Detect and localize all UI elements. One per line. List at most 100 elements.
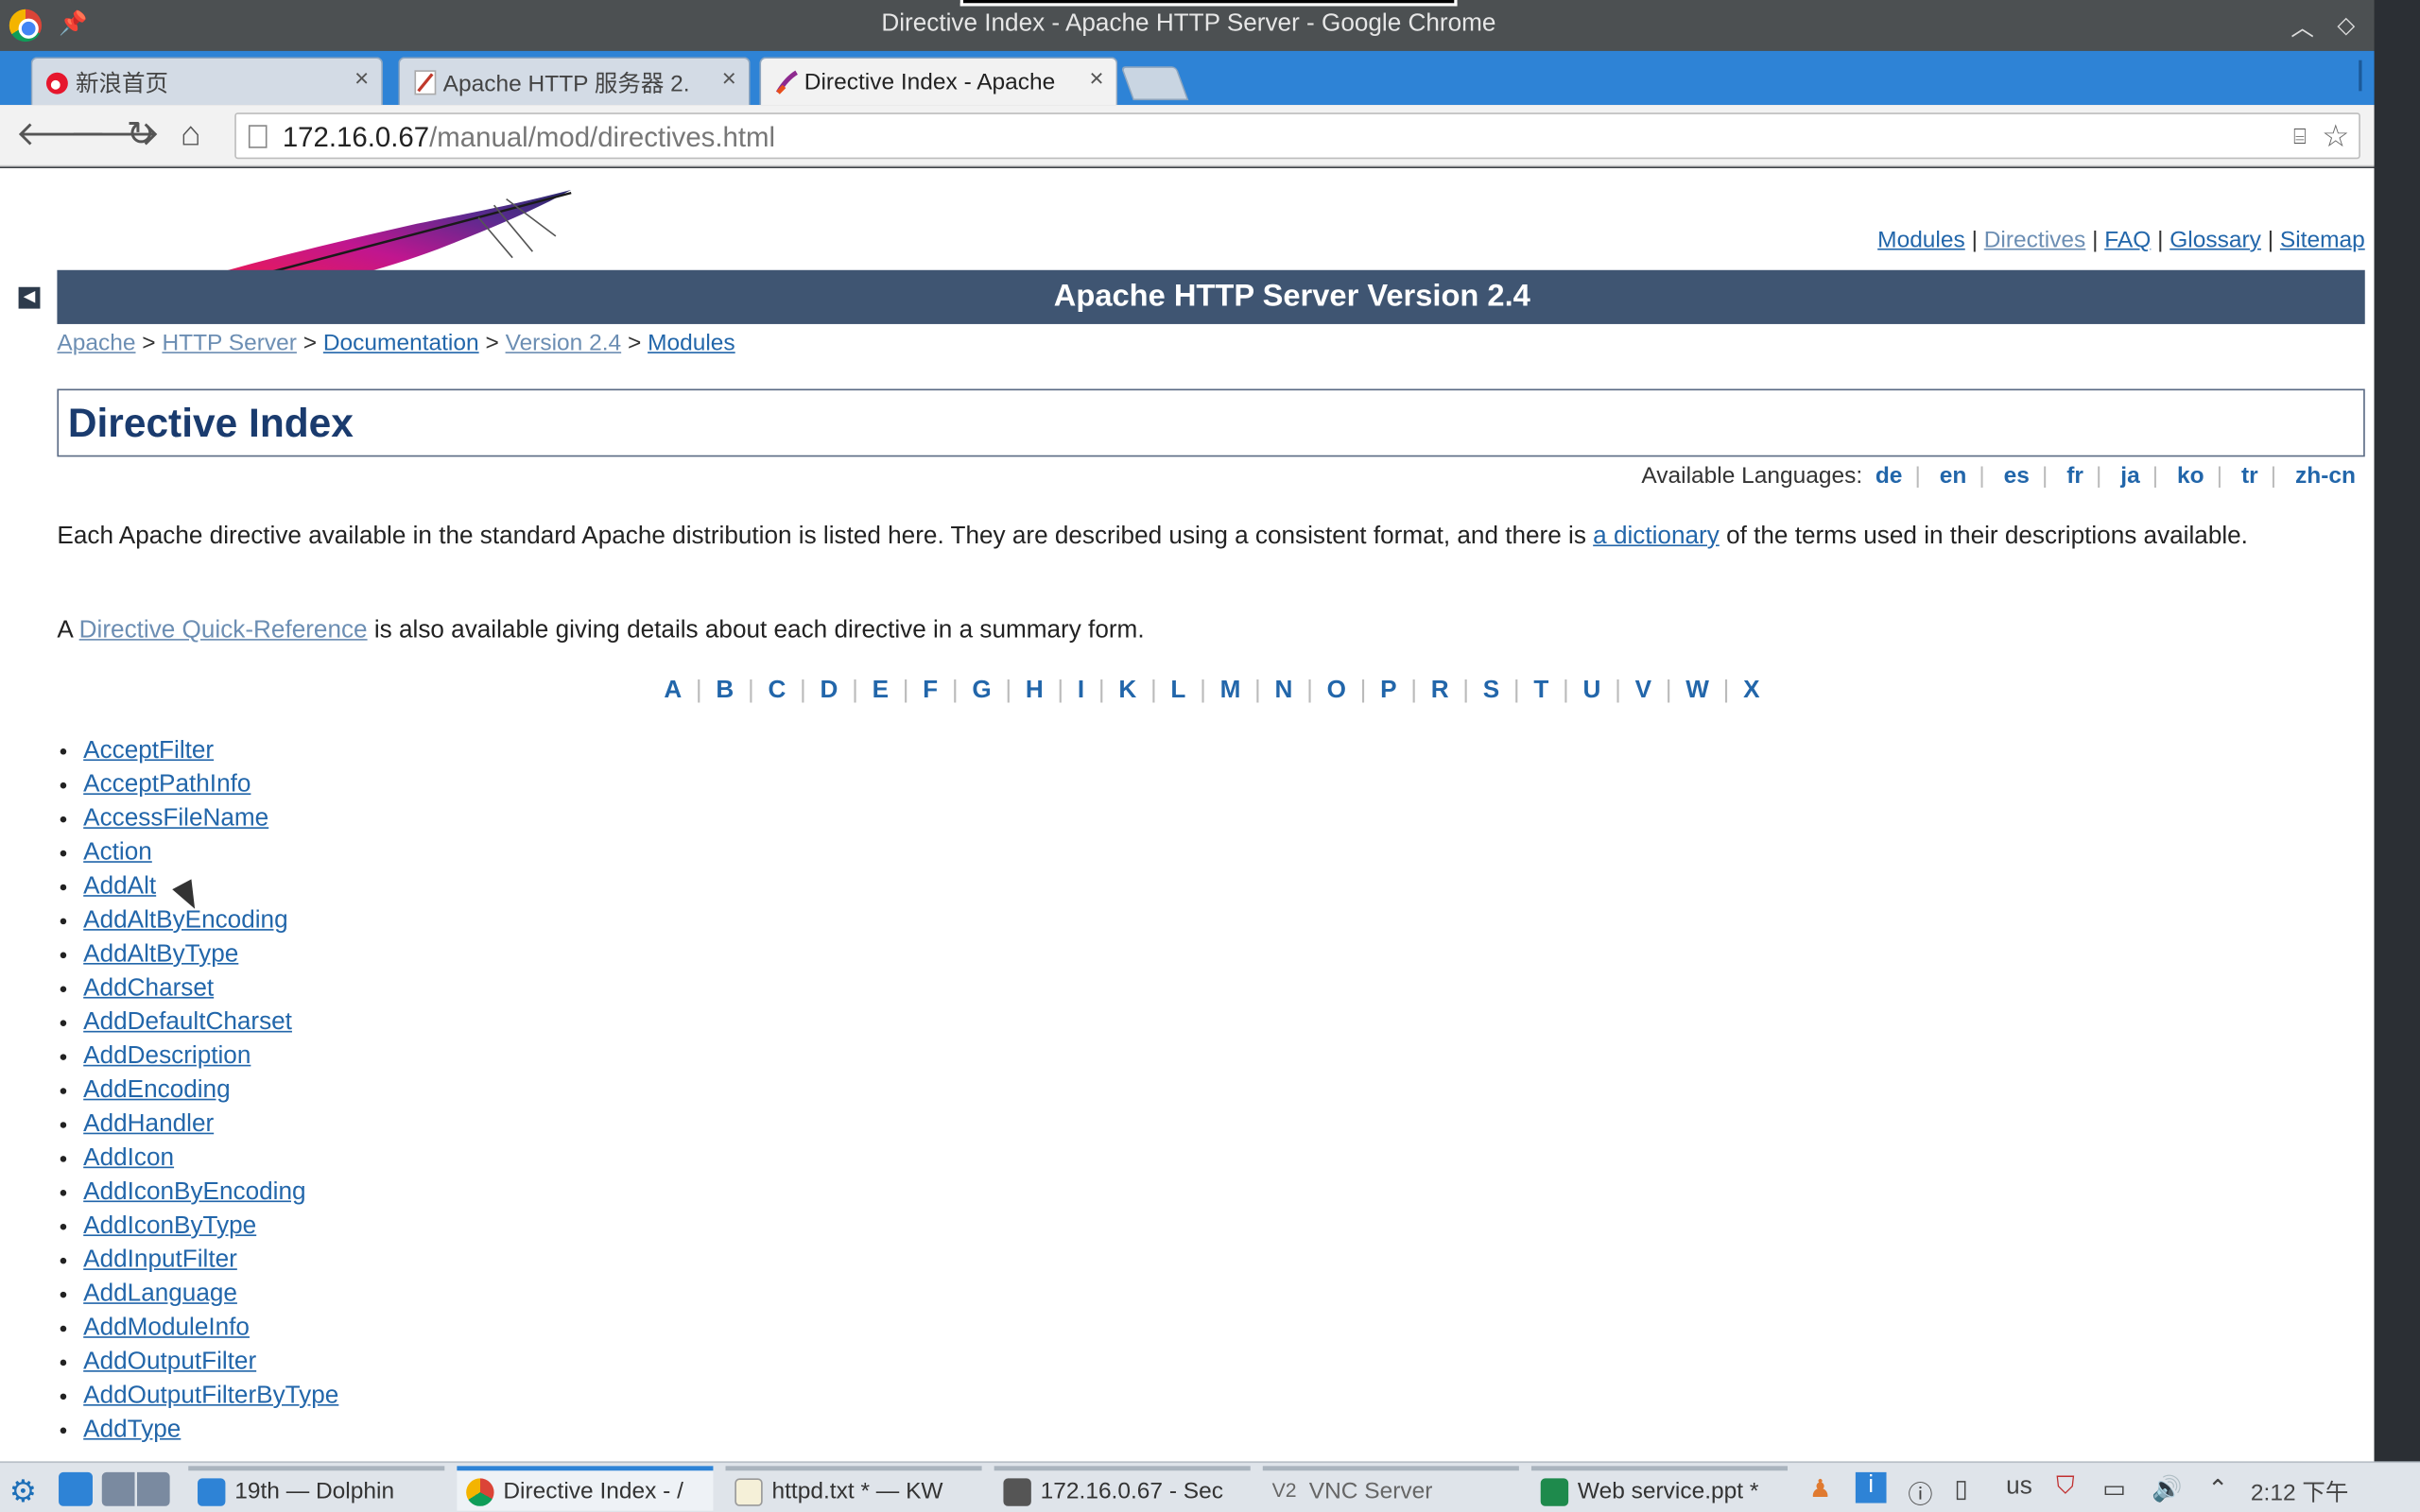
letter-link-l[interactable]: L: [1170, 678, 1185, 704]
tab-close-icon[interactable]: ×: [722, 66, 736, 94]
restore-diamond-icon[interactable]: ◇: [2337, 10, 2355, 39]
lang-zh-cn[interactable]: zh-cn: [2295, 463, 2356, 490]
directive-link[interactable]: AddDefaultCharset: [83, 1009, 292, 1036]
directive-link[interactable]: AddOutputFilterByType: [83, 1383, 338, 1409]
taskbar-kwrite[interactable]: httpd.txt * — KW: [725, 1466, 982, 1510]
letter-link-g[interactable]: G: [972, 678, 991, 704]
collapse-sidebar-icon[interactable]: ◀: [18, 286, 41, 309]
lang-tr[interactable]: tr: [2241, 463, 2258, 490]
letter-link-r[interactable]: R: [1431, 678, 1449, 704]
letter-link-m[interactable]: M: [1220, 678, 1241, 704]
lang-de[interactable]: de: [1876, 463, 1903, 490]
network-icon[interactable]: ▭: [2102, 1474, 2126, 1505]
dictionary-link[interactable]: a dictionary: [1593, 524, 1720, 550]
taskbar-chrome[interactable]: Directive Index - /: [457, 1466, 714, 1511]
tab-apache-cn[interactable]: Apache HTTP 服务器 2.4 ×: [398, 57, 751, 106]
breadcrumb-version[interactable]: Version 2.4: [506, 330, 622, 356]
nav-faq-link[interactable]: FAQ: [2104, 227, 2151, 253]
clock[interactable]: 2:12 下午: [2251, 1475, 2348, 1507]
kde-menu-icon[interactable]: ⚙: [9, 1472, 43, 1509]
directive-link[interactable]: AddOutputFilter: [83, 1349, 256, 1375]
reload-icon[interactable]: ↻: [127, 116, 155, 151]
letter-link-s[interactable]: S: [1483, 678, 1499, 704]
directive-link[interactable]: AcceptPathInfo: [83, 772, 251, 799]
minimize-chevron-icon[interactable]: ︿: [2290, 10, 2314, 43]
user-tray-icon[interactable]: ♟: [1809, 1474, 1831, 1505]
directive-link[interactable]: AddDescription: [83, 1043, 251, 1070]
clipboard-icon[interactable]: ▯: [1954, 1474, 1967, 1505]
quick-reference-link[interactable]: Directive Quick-Reference: [79, 617, 368, 644]
translate-icon[interactable]: ⌸: [2293, 124, 2307, 150]
nav-directives-link[interactable]: Directives: [1984, 227, 2086, 253]
letter-link-f[interactable]: F: [923, 678, 938, 704]
breadcrumb-modules[interactable]: Modules: [648, 330, 735, 356]
address-url[interactable]: 172.16.0.67/manual/mod/directives.html: [283, 122, 775, 154]
letter-link-e[interactable]: E: [873, 678, 889, 704]
letter-link-h[interactable]: H: [1026, 678, 1044, 704]
directive-link[interactable]: AddAltByType: [83, 941, 238, 968]
breadcrumb-documentation[interactable]: Documentation: [323, 330, 479, 356]
directive-link[interactable]: AddLanguage: [83, 1280, 237, 1307]
new-tab-button[interactable]: [1120, 66, 1189, 101]
nav-glossary-link[interactable]: Glossary: [2169, 227, 2261, 253]
letter-link-n[interactable]: N: [1275, 678, 1293, 704]
update-shield-icon[interactable]: ⛉: [2056, 1474, 2075, 1502]
lang-en[interactable]: en: [1940, 463, 1967, 490]
address-bar[interactable]: 172.16.0.67/manual/mod/directives.html ⌸…: [234, 112, 2360, 160]
tab-close-icon[interactable]: ×: [1089, 66, 1103, 94]
bookmark-star-icon[interactable]: ☆: [2322, 117, 2349, 156]
directive-link[interactable]: AddIconByType: [83, 1213, 256, 1240]
nav-modules-link[interactable]: Modules: [1877, 227, 1965, 253]
letter-link-b[interactable]: B: [716, 678, 734, 704]
lang-es[interactable]: es: [2004, 463, 2030, 490]
directive-link[interactable]: AddIcon: [83, 1145, 174, 1172]
window-titlebar[interactable]: 📌 Directive Index - Apache HTTP Server -…: [0, 0, 2377, 51]
home-icon[interactable]: ⌂: [181, 116, 201, 151]
directive-link[interactable]: AddModuleInfo: [83, 1314, 250, 1341]
letter-link-v[interactable]: V: [1635, 678, 1651, 704]
info-tray-icon[interactable]: i: [1855, 1471, 1887, 1503]
desktop-pager-icon[interactable]: [101, 1471, 170, 1506]
letter-link-u[interactable]: U: [1583, 678, 1601, 704]
tab-sina[interactable]: 新浪首页 ×: [30, 57, 383, 106]
letter-separator: |: [1615, 677, 1621, 704]
breadcrumb-apache[interactable]: Apache: [57, 330, 135, 356]
mail-launcher-icon[interactable]: [59, 1471, 93, 1506]
taskbar-dolphin[interactable]: 19th — Dolphin: [188, 1466, 445, 1510]
letter-link-x[interactable]: X: [1743, 678, 1759, 704]
directive-link[interactable]: AddInputFilter: [83, 1246, 237, 1273]
taskbar-remote[interactable]: 172.16.0.67 - Sec: [994, 1466, 1251, 1510]
nav-sitemap-link[interactable]: Sitemap: [2280, 227, 2365, 253]
page-icon: [248, 125, 268, 148]
letter-link-d[interactable]: D: [821, 678, 838, 704]
directive-link[interactable]: Action: [83, 839, 152, 866]
lang-ko[interactable]: ko: [2177, 463, 2204, 490]
keyboard-layout[interactable]: us: [2004, 1474, 2035, 1502]
directive-link[interactable]: AddHandler: [83, 1111, 214, 1138]
directive-link[interactable]: AddCharset: [83, 975, 214, 1002]
lang-fr[interactable]: fr: [2066, 463, 2083, 490]
directive-link[interactable]: AddType: [83, 1417, 181, 1443]
letter-link-c[interactable]: C: [768, 678, 786, 704]
letter-link-k[interactable]: K: [1118, 678, 1136, 704]
directive-link[interactable]: AddIconByEncoding: [83, 1179, 305, 1206]
directive-link[interactable]: AddAlt: [83, 873, 156, 900]
taskbar-vnc[interactable]: V2 VNC Server: [1262, 1466, 1519, 1510]
taskbar-presentation[interactable]: Web service.ppt *: [1530, 1466, 1789, 1510]
lang-ja[interactable]: ja: [2120, 463, 2139, 490]
tab-directive-index[interactable]: Directive Index - Apache ×: [759, 57, 1118, 106]
letter-link-w[interactable]: W: [1685, 678, 1709, 704]
letter-link-o[interactable]: O: [1327, 678, 1346, 704]
letter-link-t[interactable]: T: [1533, 678, 1548, 704]
breadcrumb-http-server[interactable]: HTTP Server: [162, 330, 296, 356]
notifications-icon[interactable]: ⓘ: [1908, 1474, 1932, 1511]
directive-link[interactable]: AddEncoding: [83, 1077, 230, 1104]
tab-close-icon[interactable]: ×: [354, 66, 369, 94]
tray-expand-icon[interactable]: ⌃: [2207, 1474, 2228, 1505]
letter-link-i[interactable]: I: [1078, 678, 1084, 704]
directive-link[interactable]: AcceptFilter: [83, 738, 214, 765]
letter-link-a[interactable]: A: [664, 678, 682, 704]
directive-link[interactable]: AccessFileName: [83, 805, 268, 832]
letter-link-p[interactable]: P: [1380, 678, 1396, 704]
volume-icon[interactable]: 🔊: [2152, 1474, 2183, 1505]
